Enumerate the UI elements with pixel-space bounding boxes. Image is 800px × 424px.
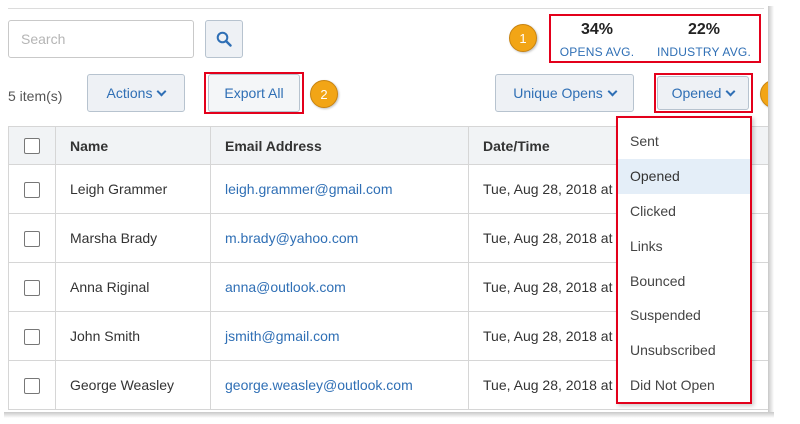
row-checkbox[interactable] (24, 279, 40, 296)
industry-avg-label[interactable]: INDUSTRY AVG. (649, 44, 759, 60)
dropdown-item-bounced[interactable]: Bounced (618, 263, 750, 298)
actions-button-label: Actions (106, 85, 153, 101)
row-name: John Smith (55, 311, 211, 361)
callout-badge-3: 3 (760, 80, 768, 108)
opens-avg-stat: 34% OPENS AVG. (557, 20, 637, 60)
panel-shadow-right (768, 6, 774, 412)
industry-avg-stat: 22% INDUSTRY AVG. (649, 20, 759, 60)
opens-avg-label[interactable]: OPENS AVG. (557, 44, 637, 60)
row-email[interactable]: m.brady@yahoo.com (210, 213, 469, 263)
search-button[interactable] (205, 20, 243, 58)
export-all-button[interactable]: Export All (208, 74, 300, 112)
row-email[interactable]: george.weasley@outlook.com (210, 360, 469, 410)
opens-avg-value: 34% (580, 21, 614, 38)
row-email[interactable]: leigh.grammer@gmail.com (210, 164, 469, 214)
row-select-cell (8, 164, 56, 214)
opened-filter-dropdown: Sent Opened Clicked Links Bounced Suspen… (616, 116, 752, 404)
callout-badge-2: 2 (310, 80, 338, 108)
search-icon (216, 31, 232, 47)
opened-filter-label: Opened (671, 85, 722, 101)
row-email[interactable]: anna@outlook.com (210, 262, 469, 312)
select-all-cell (8, 126, 56, 165)
dropdown-item-clicked[interactable]: Clicked (618, 194, 750, 229)
dropdown-item-did-not-open[interactable]: Did Not Open (618, 368, 750, 403)
dropdown-item-unsubscribed[interactable]: Unsubscribed (618, 333, 750, 368)
actions-button[interactable]: Actions (87, 74, 185, 112)
email-report-panel: 1 34% OPENS AVG. 22% INDUSTRY AVG. 5 ite… (0, 0, 768, 412)
opened-filter-button[interactable]: Opened (657, 76, 749, 110)
callout-badge-1: 1 (509, 24, 537, 52)
stats-summary: 34% OPENS AVG. 22% INDUSTRY AVG. (549, 14, 761, 63)
unique-opens-button[interactable]: Unique Opens (495, 74, 634, 112)
industry-avg-value: 22% (687, 21, 721, 38)
row-name: Marsha Brady (55, 213, 211, 263)
export-all-label: Export All (224, 85, 284, 101)
dropdown-item-opened[interactable]: Opened (618, 158, 750, 194)
chevron-down-icon (607, 86, 618, 96)
select-all-checkbox[interactable] (24, 138, 40, 155)
row-name: Anna Riginal (55, 262, 211, 312)
row-select-cell (8, 262, 56, 312)
row-email[interactable]: jsmith@gmail.com (210, 311, 469, 361)
chevron-down-icon (725, 86, 736, 96)
panel-shadow-bottom (4, 412, 774, 418)
dropdown-item-sent[interactable]: Sent (618, 124, 750, 159)
row-checkbox[interactable] (24, 328, 40, 345)
row-checkbox[interactable] (24, 181, 40, 198)
row-checkbox[interactable] (24, 377, 40, 394)
chevron-down-icon (157, 86, 167, 96)
dropdown-item-suspended[interactable]: Suspended (618, 298, 750, 333)
email-column-header[interactable]: Email Address (210, 126, 469, 165)
items-count: 5 item(s) (8, 88, 63, 104)
dropdown-item-links[interactable]: Links (618, 228, 750, 263)
row-checkbox[interactable] (24, 230, 40, 247)
row-select-cell (8, 311, 56, 361)
search-input[interactable] (8, 20, 194, 58)
unique-opens-label: Unique Opens (513, 85, 603, 101)
name-column-header[interactable]: Name (55, 126, 211, 165)
row-name: Leigh Grammer (55, 164, 211, 214)
row-select-cell (8, 213, 56, 263)
top-divider (8, 8, 764, 9)
row-name: George Weasley (55, 360, 211, 410)
row-select-cell (8, 360, 56, 410)
